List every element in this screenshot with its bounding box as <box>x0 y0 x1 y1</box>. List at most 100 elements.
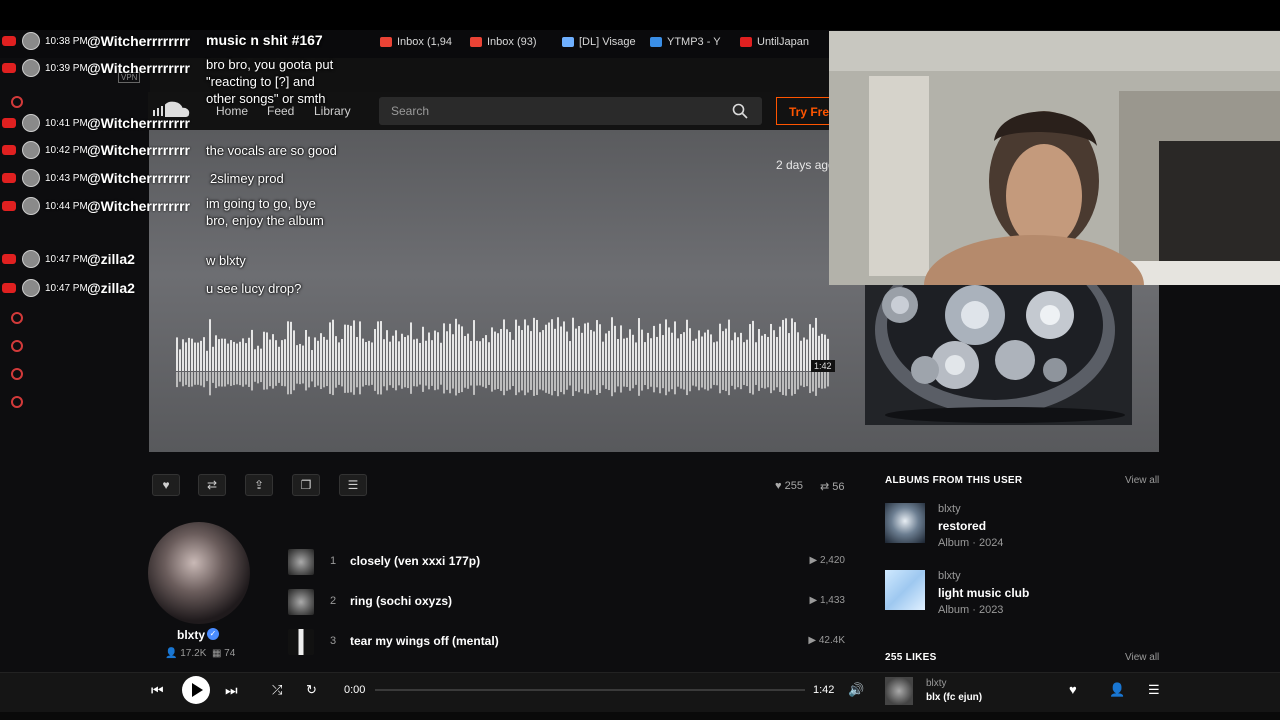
play-button[interactable] <box>182 676 210 704</box>
gmail-icon <box>470 37 482 47</box>
waveform-reflection-bar <box>617 372 619 387</box>
chat-row: 10:44 PM @Witcherrrrrrrr <box>0 195 190 217</box>
artist-avatar[interactable] <box>148 522 250 624</box>
follow-icon[interactable]: 👤 <box>1109 682 1125 698</box>
likes-header: 255 LIKES <box>885 652 937 663</box>
waveform-reflection-bar <box>338 372 340 385</box>
waveform-reflection-bar <box>242 372 244 387</box>
youtube-icon <box>2 36 16 46</box>
waveform-reflection-bar <box>476 372 478 386</box>
track-row[interactable]: 2 ring (sochi oxyzs) ▶ 1,433 <box>288 589 848 615</box>
waveform-bar <box>530 331 532 371</box>
track-title[interactable]: ring (sochi oxyzs) <box>350 594 452 608</box>
avatar <box>22 114 40 132</box>
chat-timestamp: 10:47 PM <box>45 253 88 265</box>
previous-icon[interactable]: ⏮ <box>151 682 164 699</box>
waveform-reflection-bar <box>380 372 382 395</box>
tab-visage[interactable]: [DL] Visage <box>562 36 636 48</box>
waveform-bar <box>227 343 229 371</box>
waveform-bar <box>749 324 751 371</box>
waveform-reflection-bar <box>203 372 205 388</box>
view-all-albums-link[interactable]: View all <box>1125 475 1159 486</box>
volume-icon[interactable]: 🔊 <box>848 682 864 698</box>
search-input[interactable]: Search <box>379 97 762 125</box>
album-cover <box>885 570 925 610</box>
waveform-bar <box>761 335 763 371</box>
chat-timestamp: 10:39 PM <box>45 62 88 74</box>
avatar <box>22 59 40 77</box>
repost-button[interactable]: ⇄ <box>198 474 226 496</box>
waveform-reflection-bar <box>569 372 571 386</box>
repeat-icon[interactable]: ↻ <box>306 682 317 698</box>
search-icon[interactable] <box>732 103 748 119</box>
waveform-reflection-bar <box>257 372 259 384</box>
tab-ytmp3[interactable]: YTMP3 - Y <box>650 36 721 48</box>
waveform-reflection-bar <box>500 372 502 391</box>
album-item[interactable]: blxty light music club Album · 2023 <box>885 570 1155 626</box>
gear-icon[interactable] <box>11 396 23 408</box>
stream-chat-overlay: 10:38 PM @Witcherrrrrrrr 10:39 PM @Witcherr… <box>0 30 358 330</box>
waveform-bar <box>281 340 283 371</box>
track-row[interactable]: 1 closely (ven xxxi 177p) ▶ 2,420 <box>288 549 848 575</box>
progress-bar[interactable] <box>375 689 805 691</box>
waveform-reflection-bar <box>740 372 742 390</box>
track-row[interactable]: 3 tear my wings off (mental) ▶ 42.4K <box>288 629 848 655</box>
waveform-bar <box>653 325 655 371</box>
next-icon[interactable]: ⏭ <box>225 682 238 699</box>
album-item[interactable]: blxty restored Album · 2024 <box>885 503 1155 559</box>
now-playing-artist[interactable]: blxty <box>926 678 947 689</box>
waveform-bar <box>425 340 427 371</box>
waveform-bar <box>524 319 526 371</box>
tab-untiljapan[interactable]: UntilJapan <box>740 36 809 48</box>
waveform-bar <box>548 322 550 371</box>
waveform-reflection-bar <box>437 372 439 390</box>
track-title[interactable]: tear my wings off (mental) <box>350 634 499 648</box>
chat-timestamp: 10:44 PM <box>45 200 88 212</box>
waveform-reflection-bar <box>572 372 574 396</box>
waveform-bar <box>755 342 757 371</box>
waveform-reflection-bar <box>224 372 226 387</box>
waveform-reflection-bar <box>629 372 631 391</box>
waveform-reflection-bar <box>209 372 211 396</box>
add-to-queue-button[interactable]: ☰ <box>339 474 367 496</box>
like-icon[interactable]: ♥ <box>1069 682 1077 697</box>
copy-link-button[interactable]: ❐ <box>292 474 320 496</box>
waveform-reflection-bar <box>551 372 553 396</box>
share-button[interactable]: ⇪ <box>245 474 273 496</box>
track-thumbnail <box>288 549 314 575</box>
queue-icon[interactable]: ☰ <box>1148 682 1160 698</box>
waveform-bar <box>362 338 364 371</box>
try-free-button[interactable]: Try Free <box>776 97 830 125</box>
waveform-bar <box>233 341 235 371</box>
now-playing-title[interactable]: blx (fc ejun) <box>926 692 982 703</box>
waveform-bar <box>488 342 490 371</box>
waveform-bar <box>215 335 217 371</box>
chat-row: 10:39 PM @Witcherrrrrrrr <box>0 57 190 79</box>
waveform-reflection-bar <box>263 372 265 390</box>
shield-icon[interactable] <box>11 368 23 380</box>
now-playing-art[interactable] <box>885 677 913 705</box>
tab-inbox-2[interactable]: Inbox (93) <box>470 36 537 48</box>
shuffle-icon[interactable]: ⤮ <box>272 682 282 698</box>
waveform-bar <box>704 332 706 371</box>
waveform-bar <box>383 339 385 371</box>
waveform-reflection-bar <box>341 372 343 387</box>
artist-name[interactable]: blxty <box>177 628 205 642</box>
waveform-reflection-bar <box>812 372 814 392</box>
waveform-reflection-bar <box>578 372 580 393</box>
waveform-reflection-bar <box>761 372 763 388</box>
waveform-reflection-bar <box>665 372 667 396</box>
waveform-reflection-bar <box>482 372 484 387</box>
track-title[interactable]: closely (ven xxxi 177p) <box>350 554 480 568</box>
waveform-reflection-bar <box>710 372 712 389</box>
clock-icon[interactable] <box>11 340 23 352</box>
waveform-bar <box>305 329 307 371</box>
waveform-reflection-bar <box>620 372 622 393</box>
tab-inbox-1[interactable]: Inbox (1,94 <box>380 36 452 48</box>
waveform-bar <box>569 341 571 371</box>
waveform-bar <box>242 338 244 371</box>
like-button[interactable]: ♥ <box>152 474 180 496</box>
track-plays: ▶ 2,420 <box>809 555 846 566</box>
view-all-likes-link[interactable]: View all <box>1125 652 1159 663</box>
waveform-reflection-bar <box>677 372 679 387</box>
